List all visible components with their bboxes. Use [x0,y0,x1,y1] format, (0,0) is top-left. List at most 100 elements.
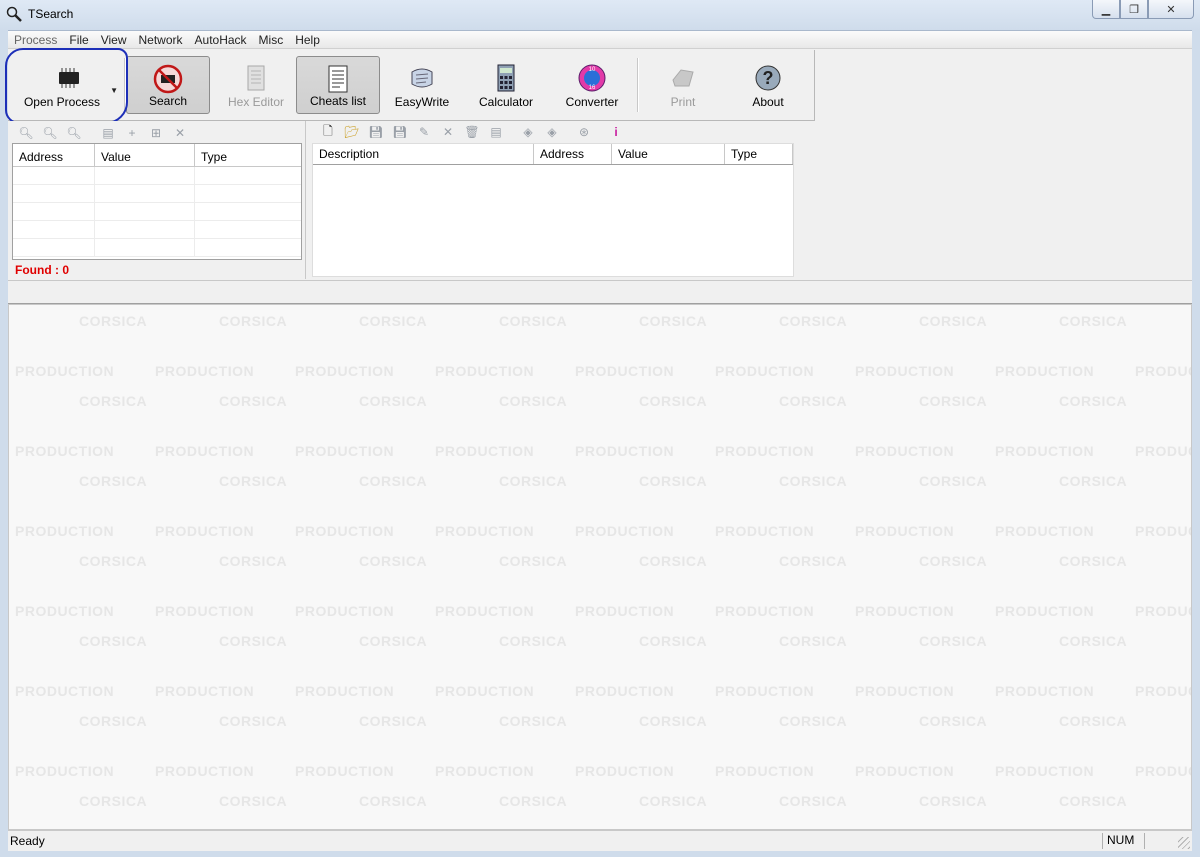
restore-button[interactable]: ❐ [1120,0,1148,19]
info-icon[interactable]: i [608,124,624,140]
column-header[interactable]: Type [195,144,301,166]
open-folder-icon[interactable]: 📂︎ [344,124,360,140]
watermark-text: CORSICA [219,713,288,729]
watermark-text: PRODUCTION [295,523,395,539]
column-header[interactable]: Address [534,144,612,164]
watermark-text: CORSICA [779,633,848,649]
easywrite-button[interactable]: EasyWrite [380,56,464,114]
hex-editor-button[interactable]: Hex Editor [214,56,298,114]
edit-icon[interactable]: ✎ [416,124,432,140]
watermark-text: CORSICA [1059,793,1128,809]
watermark-text: PRODUCTION [1135,603,1191,619]
cheats-list-label: Cheats list [309,94,367,108]
watermark-text: CORSICA [79,393,148,409]
watermark-text: PRODUCTION [15,603,115,619]
converter-label: Converter [565,95,619,109]
watermark-text: PRODUCTION [155,683,255,699]
menu-network[interactable]: Network [139,33,183,47]
converter-button[interactable]: 10 16 Converter [550,56,634,114]
watermark-text: CORSICA [219,313,288,329]
status-text: Ready [10,834,45,848]
save-as-icon[interactable]: 💾︎ [392,124,408,140]
menu-misc[interactable]: Misc [259,33,284,47]
watermark-text: CORSICA [1059,393,1128,409]
menu-view[interactable]: View [101,33,127,47]
calculator-button[interactable]: Calculator [464,56,548,114]
status-bar: Ready NUM [8,830,1192,851]
close-button[interactable]: ✕ [1148,0,1194,19]
watermark-text: CORSICA [359,313,428,329]
watermark-text: PRODUCTION [855,763,955,779]
table-header: Description Address Value Type [313,144,793,165]
menu-process[interactable]: Process [14,33,57,47]
watermark-text: CORSICA [779,553,848,569]
freeze-icon[interactable]: ◈ [520,124,536,140]
search-results-table[interactable]: Address Value Type [12,143,302,260]
column-header[interactable]: Value [612,144,725,164]
window-title: TSearch [28,7,74,21]
cheats-list-button[interactable]: Cheats list [296,56,380,114]
open-process-button[interactable]: ▼ Open Process [16,56,122,114]
search-button[interactable]: Search [126,56,210,114]
table-row [13,239,301,257]
about-button[interactable]: ? About [726,56,810,114]
delete-icon[interactable]: ✕ [440,124,456,140]
magnifier-icon[interactable]: 🔍︎ [18,125,34,141]
watermark-text: PRODUCTION [855,363,955,379]
cheats-table[interactable]: Description Address Value Type [312,143,794,277]
watermark-text: PRODUCTION [295,443,395,459]
watermark-text: PRODUCTION [575,683,675,699]
unfreeze-icon[interactable]: ◈ [544,124,560,140]
watermark-text: CORSICA [779,473,848,489]
print-button[interactable]: Print [641,56,725,114]
dropdown-arrow-icon[interactable]: ▼ [110,86,118,95]
menu-help[interactable]: Help [295,33,320,47]
column-header[interactable]: Address [13,144,95,166]
save-icon[interactable]: 💾︎ [368,124,384,140]
watermark-text: PRODUCTION [715,523,815,539]
watermark-text: PRODUCTION [295,683,395,699]
window-frame-left [0,30,8,857]
trash-icon[interactable]: 🗑︎ [464,124,480,140]
watermark-text: CORSICA [219,633,288,649]
magnifier-filter-icon[interactable]: 🔍︎ [66,125,82,141]
watermark-text: CORSICA [499,633,568,649]
copy-icon[interactable]: ▤ [488,124,504,140]
column-header[interactable]: Type [725,144,793,164]
minimize-button[interactable]: ▁ [1092,0,1120,19]
calculator-icon [497,64,515,92]
hex-editor-label: Hex Editor [227,95,285,109]
magnifier-next-icon[interactable]: 🔍︎ [42,125,58,141]
watermark-text: CORSICA [1059,313,1128,329]
resize-grip-icon[interactable] [1178,837,1190,849]
watermark-text: CORSICA [639,793,708,809]
watermark-text: CORSICA [1059,633,1128,649]
watermark-text: PRODUCTION [295,363,395,379]
search-results-panel: 🔍︎ 🔍︎ 🔍︎ ▤ + ⊞ ✕ Address Value Type Foun… [8,121,304,279]
main-workspace: CORSICA PRODUCTION CORSICA PRODUCTION CORSIC… [8,304,1192,830]
menu-autohack[interactable]: AutoHack [195,33,247,47]
add-all-icon[interactable]: ⊞ [148,125,164,141]
watermark-text: CORSICA [79,713,148,729]
watermark-text: CORSICA [639,313,708,329]
new-file-icon[interactable]: 🗋 [320,124,336,140]
delete-icon[interactable]: ✕ [172,125,188,141]
watermark-text: CORSICA [639,633,708,649]
watermark-text: CORSICA [919,793,988,809]
watermark-text: PRODUCTION [15,443,115,459]
watermark-text: PRODUCTION [1135,763,1191,779]
splitter-bar[interactable] [8,280,1192,304]
watermark-text: CORSICA [359,713,428,729]
copy-icon[interactable]: ▤ [100,125,116,141]
toolbar-separator [637,58,639,112]
watermark-text: PRODUCTION [995,763,1095,779]
watermark-text: PRODUCTION [995,603,1095,619]
column-header[interactable]: Description [313,144,534,164]
add-icon[interactable]: + [124,125,140,141]
watermark-text: PRODUCTION [435,683,535,699]
watermark-text: PRODUCTION [575,763,675,779]
menu-file[interactable]: File [69,33,88,47]
title-bar: TSearch ▁ ❐ ✕ [0,0,1200,31]
column-header[interactable]: Value [95,144,195,166]
refresh-icon[interactable]: ⊛ [576,124,592,140]
